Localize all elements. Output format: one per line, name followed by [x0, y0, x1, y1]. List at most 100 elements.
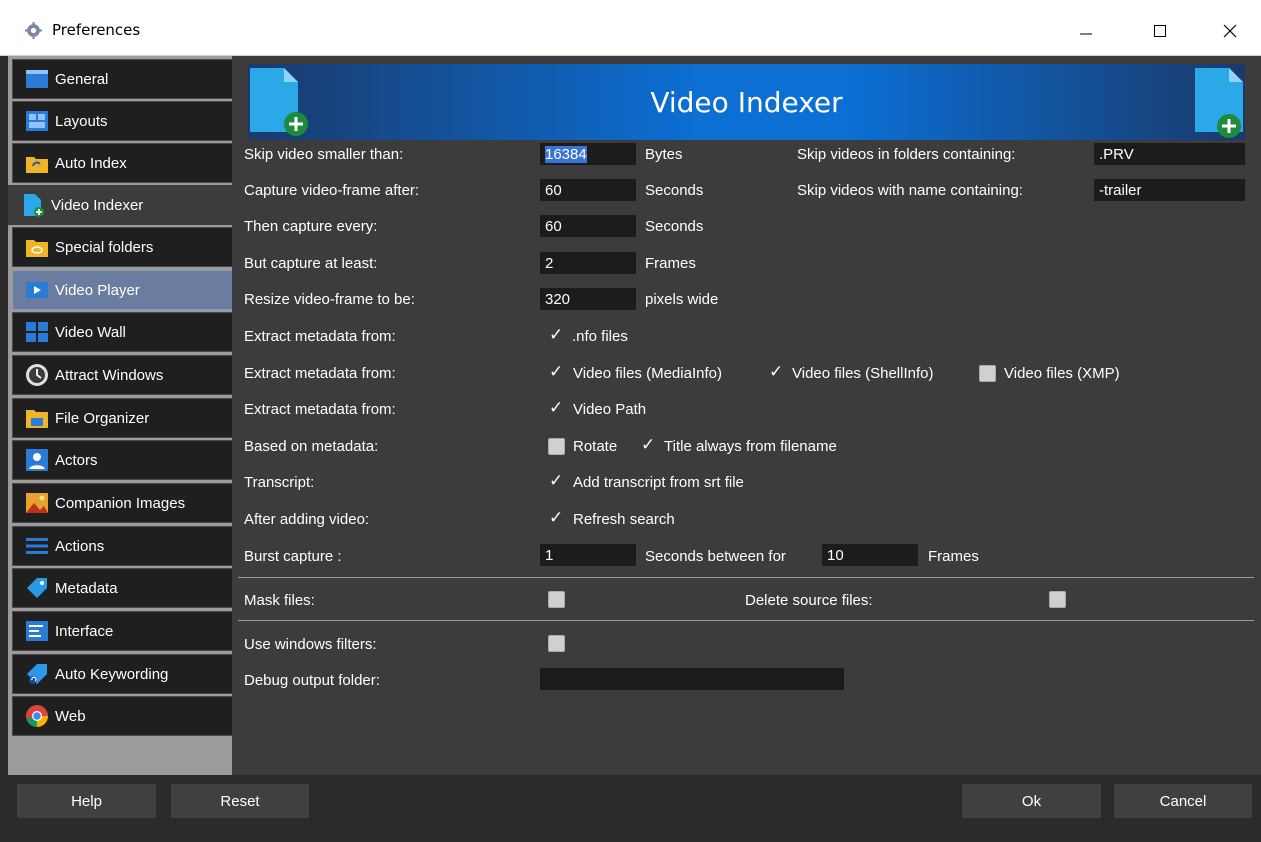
add-transcript-checkbox[interactable]: [548, 471, 565, 491]
shellinfo-label: Video files (ShellInfo): [792, 365, 934, 382]
sidebar-item-companion-images[interactable]: Companion Images: [12, 483, 235, 523]
add-transcript-label: Add transcript from srt file: [573, 474, 744, 491]
debug-folder-input[interactable]: [540, 668, 844, 690]
help-button[interactable]: Help: [16, 783, 157, 819]
window-title: Preferences: [52, 21, 141, 39]
sidebar-item-video-indexer[interactable]: Video Indexer: [8, 185, 238, 225]
auto-index-icon: [26, 157, 48, 173]
resize-label: Resize video-frame to be:: [244, 291, 415, 308]
add-file-icon: [1195, 68, 1243, 138]
shellinfo-checkbox[interactable]: [768, 362, 785, 382]
xmp-checkbox[interactable]: [979, 365, 996, 382]
chrome-icon: [26, 705, 48, 727]
sidebar-item-attract-windows[interactable]: Attract Windows: [12, 355, 235, 395]
sidebar-item-auto-index[interactable]: Auto Index: [12, 143, 235, 183]
dialog-footer: Help Reset Ok Cancel: [0, 775, 1261, 842]
gear-icon: [25, 22, 42, 39]
xmp-label: Video files (XMP): [1004, 365, 1120, 382]
resize-input[interactable]: 320: [540, 288, 636, 310]
capture-every-unit: Seconds: [645, 218, 704, 235]
transcript-label: Transcript:: [244, 474, 315, 491]
skip-smaller-unit: Bytes: [645, 146, 683, 163]
tag-icon: [27, 578, 47, 598]
minimize-button[interactable]: [1066, 14, 1106, 48]
extract-metadata-label: Extract metadata from:: [244, 401, 396, 418]
capture-least-label: But capture at least:: [244, 255, 378, 272]
skip-name-label: Skip videos with name containing:: [797, 182, 1023, 199]
keyword-tag-icon: [27, 664, 47, 684]
after-adding-label: After adding video:: [244, 511, 370, 528]
sidebar-item-video-wall[interactable]: Video Wall: [12, 312, 235, 352]
sidebar-item-video-player[interactable]: Video Player: [12, 270, 235, 310]
mediainfo-label: Video files (MediaInfo): [573, 365, 722, 382]
clock-icon: [26, 364, 48, 386]
sidebar-item-actors[interactable]: Actors: [12, 440, 235, 480]
actors-icon: [26, 449, 48, 471]
extract-metadata-label: Extract metadata from:: [244, 328, 396, 345]
debug-folder-label: Debug output folder:: [244, 672, 380, 689]
actions-icon: [26, 538, 48, 554]
nfo-label: .nfo files: [572, 328, 628, 345]
refresh-search-label: Refresh search: [573, 511, 675, 528]
refresh-search-checkbox[interactable]: [548, 508, 565, 528]
special-folders-icon: [26, 240, 48, 257]
sidebar-item-general[interactable]: General: [12, 59, 235, 99]
windows-filters-checkbox[interactable]: [548, 635, 565, 652]
burst-capture-label: Burst capture :: [244, 548, 342, 565]
video-wall-icon: [26, 322, 48, 342]
rotate-checkbox[interactable]: [548, 438, 565, 455]
layouts-icon: [26, 111, 48, 131]
cancel-button[interactable]: Cancel: [1113, 783, 1253, 819]
capture-every-input[interactable]: 60: [540, 215, 636, 237]
settings-panel: Video Indexer Skip video smaller than: 1…: [232, 56, 1261, 775]
sidebar-item-metadata[interactable]: Metadata: [12, 568, 235, 608]
capture-every-label: Then capture every:: [244, 218, 378, 235]
title-filename-checkbox[interactable]: [640, 435, 657, 455]
burst-frames-input[interactable]: 10: [822, 544, 918, 566]
capture-after-label: Capture video-frame after:: [244, 182, 420, 199]
delete-source-checkbox[interactable]: [1049, 591, 1066, 608]
mediainfo-checkbox[interactable]: [548, 362, 565, 382]
capture-after-input[interactable]: 60: [540, 179, 636, 201]
burst-frames-unit: Frames: [928, 548, 979, 565]
capture-least-unit: Frames: [645, 255, 696, 272]
page-title: Video Indexer: [650, 86, 843, 119]
capture-least-input[interactable]: 2: [540, 252, 636, 274]
extract-metadata-label: Extract metadata from:: [244, 365, 396, 382]
close-button[interactable]: [1210, 14, 1250, 48]
based-on-metadata-label: Based on metadata:: [244, 438, 379, 455]
skip-name-input[interactable]: -trailer: [1094, 179, 1245, 201]
close-icon: [1223, 24, 1237, 38]
sidebar: General Layouts Auto Index Video Indexer…: [8, 56, 238, 775]
windows-filters-label: Use windows filters:: [244, 636, 377, 653]
page-banner: Video Indexer: [248, 64, 1245, 140]
mask-files-label: Mask files:: [244, 592, 315, 609]
sidebar-item-special-folders[interactable]: Special folders: [12, 227, 235, 267]
reset-button[interactable]: Reset: [170, 783, 310, 819]
capture-after-unit: Seconds: [645, 182, 704, 199]
maximize-button[interactable]: [1140, 14, 1180, 48]
resize-unit: pixels wide: [645, 291, 719, 308]
minimize-icon: [1080, 33, 1092, 35]
sidebar-item-auto-keywording[interactable]: Auto Keywording: [12, 654, 235, 694]
divider: [238, 577, 1254, 578]
title-filename-label: Title always from filename: [664, 438, 837, 455]
ok-button[interactable]: Ok: [961, 783, 1102, 819]
video-path-checkbox[interactable]: [548, 398, 565, 418]
general-icon: [26, 70, 48, 88]
maximize-icon: [1154, 25, 1166, 37]
rotate-label: Rotate: [573, 438, 618, 455]
sidebar-item-interface[interactable]: Interface: [12, 611, 235, 651]
mask-files-checkbox[interactable]: [548, 591, 565, 608]
sidebar-item-layouts[interactable]: Layouts: [12, 101, 235, 141]
skip-folders-input[interactable]: .PRV: [1094, 143, 1245, 165]
skip-folders-label: Skip videos in folders containing:: [797, 146, 1016, 163]
video-player-icon: [26, 282, 48, 298]
sidebar-item-actions[interactable]: Actions: [12, 526, 235, 566]
sidebar-item-web[interactable]: Web: [12, 696, 235, 736]
burst-seconds-input[interactable]: 1: [540, 544, 636, 566]
file-organizer-icon: [26, 410, 48, 428]
skip-smaller-input[interactable]: 16384: [540, 143, 636, 165]
sidebar-item-file-organizer[interactable]: File Organizer: [12, 398, 235, 438]
nfo-checkbox[interactable]: [548, 325, 565, 345]
